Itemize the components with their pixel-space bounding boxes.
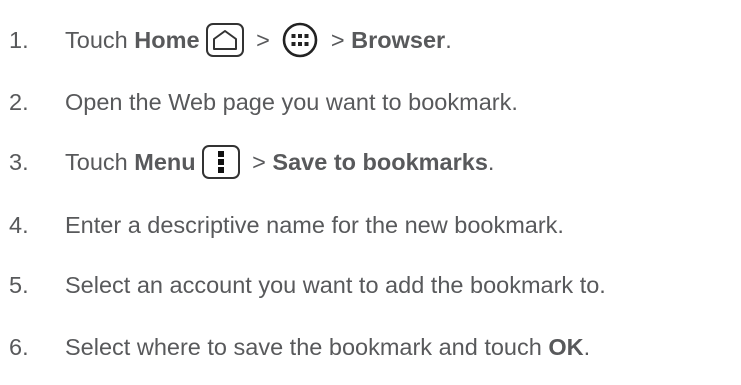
separator: > xyxy=(245,148,273,175)
step-text-plain: Touch xyxy=(65,26,135,53)
step-number: 4. xyxy=(9,211,29,238)
instruction-list: 1. Touch Home > > Browser . 2. Open the … xyxy=(0,0,741,385)
browser-label: Browser xyxy=(351,26,446,53)
step-number: 5. xyxy=(9,271,29,298)
step-text-plain: Touch xyxy=(65,148,135,175)
home-key-icon xyxy=(205,23,244,57)
home-label: Home xyxy=(134,26,200,53)
menu-key-icon xyxy=(201,145,240,179)
period: . xyxy=(487,148,495,175)
step-text: Touch Menu > Save to bookmarks . xyxy=(65,145,494,179)
apps-grid-icon xyxy=(282,22,318,58)
ok-label: OK xyxy=(548,333,584,360)
separator: > xyxy=(324,26,352,53)
period: . xyxy=(445,26,452,53)
step-text: Enter a descriptive name for the new boo… xyxy=(65,211,564,238)
separator: > xyxy=(249,26,277,53)
step-text: Open the Web page you want to bookmark. xyxy=(65,88,518,115)
step-text: Select an account you want to add the bo… xyxy=(65,271,606,298)
step-number: 1. xyxy=(9,26,29,53)
save-to-bookmarks-label: Save to bookmarks xyxy=(272,148,488,175)
step-number: 3. xyxy=(9,148,29,175)
step-number: 6. xyxy=(9,333,29,360)
period: . xyxy=(583,333,591,360)
step-text-plain: Select where to save the bookmark and to… xyxy=(65,333,549,360)
menu-label: Menu xyxy=(134,148,196,175)
step-text: Select where to save the bookmark and to… xyxy=(65,334,590,361)
step-number: 2. xyxy=(9,88,29,115)
step-text: Touch Home > > Browser . xyxy=(65,22,452,58)
